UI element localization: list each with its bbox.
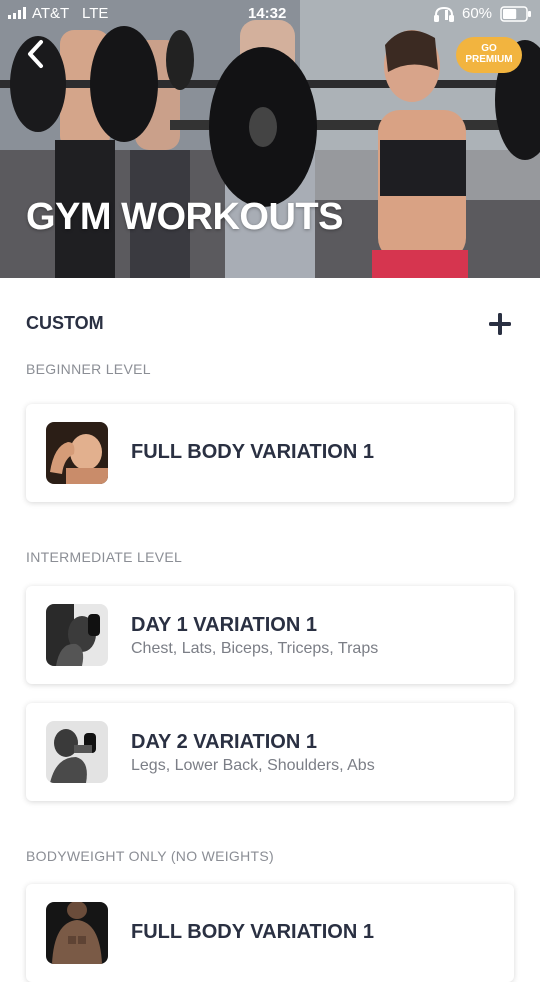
workout-muscles: Chest, Lats, Biceps, Triceps, Traps: [131, 640, 379, 657]
workout-title: FULL BODY VARIATION 1: [131, 441, 374, 463]
workout-thumbnail: [46, 721, 108, 783]
status-bar: AT&T LTE 14:32 60%: [0, 0, 540, 28]
add-custom-workout-button[interactable]: [486, 310, 514, 338]
chevron-left-icon: [28, 40, 43, 68]
go-premium-button[interactable]: GO PREMIUM: [456, 37, 522, 73]
hero-banner: AT&T LTE 14:32 60% GO PREMIUM GYM WORKOU…: [0, 0, 540, 278]
battery-percent: 60%: [462, 5, 493, 22]
headphones-icon: [434, 6, 454, 22]
network-label: LTE: [82, 5, 109, 22]
custom-section-title: CUSTOM: [26, 313, 104, 333]
workout-card[interactable]: FULL BODY VARIATION 1: [26, 404, 514, 502]
level-label-bodyweight: BODYWEIGHT ONLY (NO WEIGHTS): [26, 848, 274, 864]
premium-line-1: GO: [481, 43, 497, 54]
workout-thumbnail: [46, 604, 108, 666]
page-title: GYM WORKOUTS: [26, 196, 343, 238]
clock: 14:32: [248, 5, 287, 22]
back-button[interactable]: [22, 38, 52, 70]
workout-thumbnail: [46, 422, 108, 484]
plus-icon: [489, 313, 511, 335]
battery-icon: [500, 6, 531, 22]
workout-title: FULL BODY VARIATION 1: [131, 921, 374, 943]
workout-title: DAY 1 VARIATION 1: [131, 614, 317, 636]
level-label-intermediate: INTERMEDIATE LEVEL: [26, 549, 183, 565]
signal-bars-icon: [8, 7, 26, 19]
workout-card[interactable]: FULL BODY VARIATION 1: [26, 884, 514, 982]
workout-title: DAY 2 VARIATION 1: [131, 731, 317, 753]
carrier-label: AT&T: [32, 5, 70, 22]
workout-card[interactable]: DAY 1 VARIATION 1 Chest, Lats, Biceps, T…: [26, 586, 514, 684]
premium-line-2: PREMIUM: [465, 54, 513, 65]
workout-muscles: Legs, Lower Back, Shoulders, Abs: [131, 757, 375, 774]
workout-thumbnail: [46, 902, 108, 964]
workout-card[interactable]: DAY 2 VARIATION 1 Legs, Lower Back, Shou…: [26, 703, 514, 801]
level-label-beginner: BEGINNER LEVEL: [26, 361, 151, 377]
